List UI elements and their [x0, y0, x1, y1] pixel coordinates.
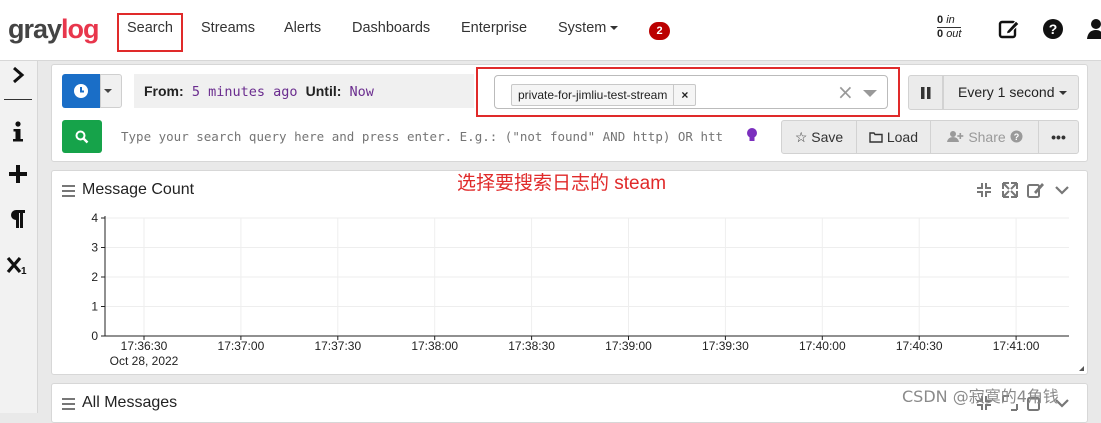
throughput-out-label: out: [946, 28, 962, 40]
x-tick-label: 17:37:00: [218, 339, 265, 353]
star-icon: ☆: [794, 129, 808, 145]
widget-title: All Messages: [82, 394, 178, 411]
x-tick-label: 17:40:00: [799, 339, 846, 353]
search-query-input[interactable]: [113, 120, 753, 153]
watermark: CSDN @寂寞的4角钱: [902, 387, 1059, 406]
more-options-button[interactable]: •••: [1039, 121, 1078, 153]
until-value: Now: [349, 84, 374, 100]
y-tick-label: 1: [91, 300, 98, 314]
plus-icon[interactable]: [5, 164, 31, 190]
save-button[interactable]: ☆ Save: [782, 121, 857, 153]
info-icon[interactable]: [5, 121, 31, 147]
edit-icon[interactable]: [998, 18, 1020, 44]
nav-system[interactable]: System: [558, 20, 619, 36]
pause-refresh-button[interactable]: [908, 75, 943, 110]
x-tick-label: 17:40:30: [896, 339, 943, 353]
left-sidebar: 1: [0, 61, 38, 413]
load-label: Load: [886, 129, 919, 145]
svg-text:1: 1: [21, 266, 27, 276]
svg-text:?: ?: [1049, 21, 1058, 37]
throughput-in-value: 0: [937, 14, 944, 26]
from-label: From:: [144, 83, 184, 99]
from-value: 5 minutes ago: [191, 84, 298, 100]
search-submit-button[interactable]: [62, 120, 102, 153]
y-tick-label: 0: [91, 329, 98, 343]
help-circle-icon: ?: [1010, 129, 1023, 145]
share-button[interactable]: Share ?: [931, 121, 1039, 153]
x-tick-label: 17:39:30: [702, 339, 749, 353]
svg-text:?: ?: [1013, 132, 1019, 142]
share-label: Share: [968, 129, 1006, 145]
graylog-logo[interactable]: graylog: [8, 14, 100, 45]
time-range-type-button[interactable]: [62, 74, 100, 108]
throughput-in-label: in: [946, 14, 955, 26]
logo-log-text: log: [61, 14, 99, 44]
throughput-out-value: 0: [937, 28, 944, 40]
lightbulb-icon[interactable]: [746, 127, 758, 147]
help-icon[interactable]: ?: [1042, 18, 1064, 44]
x-tick-label: 17:41:00: [993, 339, 1040, 353]
resize-handle-icon[interactable]: [1079, 366, 1084, 371]
x-tick-label: 17:38:00: [411, 339, 458, 353]
search-actions-group: ☆ Save Load Share ? •••: [781, 120, 1079, 154]
load-button[interactable]: Load: [857, 121, 931, 153]
top-navbar: graylog Search Streams Alerts Dashboards…: [0, 0, 1101, 61]
save-label: Save: [811, 129, 844, 145]
chevron-down-icon: [1058, 91, 1067, 96]
chevron-right-icon[interactable]: [5, 65, 31, 91]
time-range-display[interactable]: From: 5 minutes ago Until: Now: [134, 74, 474, 108]
drag-handle-icon[interactable]: [62, 398, 75, 413]
paragraph-icon[interactable]: [5, 208, 31, 234]
x-tick-label: 17:39:00: [605, 339, 652, 353]
y-tick-label: 2: [91, 270, 98, 284]
time-range-dropdown-toggle[interactable]: [100, 74, 122, 108]
chevron-down-icon: [104, 89, 112, 93]
refresh-interval-label: Every 1 second: [958, 84, 1055, 100]
remove-stream-icon[interactable]: ×: [674, 85, 695, 105]
nav-search[interactable]: Search: [127, 20, 173, 36]
add-user-icon: [946, 129, 964, 145]
nav-streams[interactable]: Streams: [201, 20, 255, 36]
x-tick-label: 17:37:30: [314, 339, 361, 353]
nav-dashboards[interactable]: Dashboards: [352, 20, 430, 36]
annotation-text: 选择要搜索日志的 steam: [457, 173, 667, 194]
stream-select[interactable]: private-for-jimliu-test-stream × ×: [494, 75, 888, 109]
stream-tag: private-for-jimliu-test-stream ×: [511, 84, 697, 106]
throughput-indicator: 0 in 0 out: [937, 14, 962, 41]
subscript-icon[interactable]: 1: [5, 254, 31, 280]
chevron-down-icon: [610, 26, 619, 31]
y-tick-label: 4: [91, 211, 98, 225]
until-label: Until:: [305, 83, 342, 99]
folder-icon: [869, 129, 883, 145]
x-axis-date-label: Oct 28, 2022: [110, 354, 179, 368]
nav-system-label: System: [558, 20, 607, 36]
ellipsis-icon: •••: [1051, 129, 1066, 145]
chevron-down-icon[interactable]: [863, 90, 877, 97]
message-count-widget: Message Count 0 1 2 3 4 17:36:30 17:37:00 17:37…: [51, 170, 1088, 375]
stream-selector-highlight: private-for-jimliu-test-stream × ×: [476, 67, 900, 117]
clear-selection-icon[interactable]: ×: [837, 80, 854, 104]
pause-icon: [921, 87, 931, 99]
x-tick-label: 17:38:30: [508, 339, 555, 353]
clock-icon: [74, 84, 88, 98]
nav-alerts[interactable]: Alerts: [284, 20, 321, 36]
refresh-interval-dropdown[interactable]: Every 1 second: [943, 75, 1079, 110]
logo-gray-text: gray: [8, 14, 62, 44]
x-tick-label: 17:36:30: [121, 339, 168, 353]
search-bar-panel: From: 5 minutes ago Until: Now private-f…: [51, 64, 1088, 162]
sidebar-divider: [4, 99, 32, 100]
stream-tag-label: private-for-jimliu-test-stream: [512, 85, 675, 105]
search-icon: [75, 130, 89, 144]
nav-enterprise[interactable]: Enterprise: [461, 20, 527, 36]
notifications-badge[interactable]: 2: [649, 22, 670, 40]
y-tick-label: 3: [91, 241, 98, 255]
message-count-chart: 0 1 2 3 4 17:36:30 17:37:00 17:37:30 17:38:00 17:…: [91, 211, 1069, 368]
user-icon[interactable]: [1085, 18, 1101, 44]
